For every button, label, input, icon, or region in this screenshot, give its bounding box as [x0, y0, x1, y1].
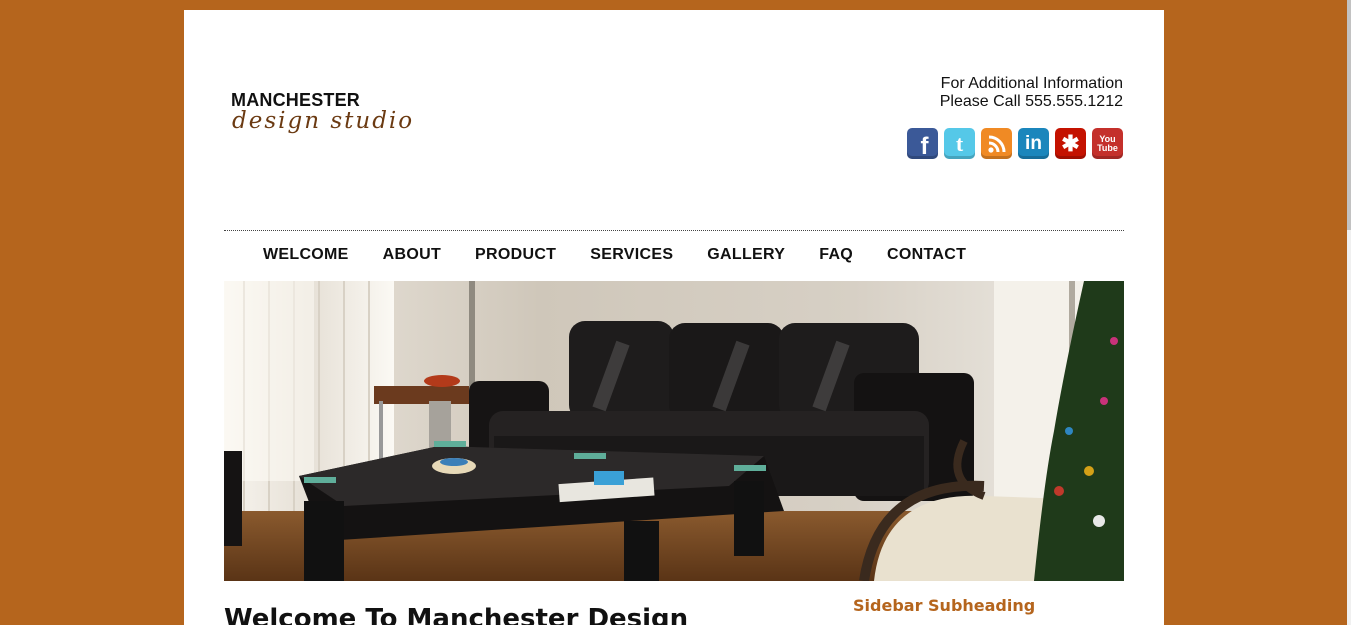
logo-subtitle: design studio: [232, 108, 415, 134]
main-nav: WELCOME ABOUT PRODUCT SERVICES GALLERY F…: [263, 246, 966, 264]
facebook-icon[interactable]: f: [907, 128, 938, 160]
social-icons: f t in ✱ You Tube: [907, 128, 1123, 160]
site-logo[interactable]: MANCHESTER design studio: [231, 91, 414, 133]
main-heading: Welcome To Manchester Design: [224, 604, 689, 625]
youtube-glyph: You Tube: [1097, 133, 1118, 153]
nav-gallery[interactable]: GALLERY: [707, 246, 785, 264]
nav-services[interactable]: SERVICES: [590, 246, 673, 264]
header-divider: [224, 230, 1124, 231]
hero-living-room-illustration: [224, 281, 1124, 581]
nav-contact[interactable]: CONTACT: [887, 246, 966, 264]
rss-glyph: [987, 135, 1005, 153]
nav-faq[interactable]: FAQ: [819, 246, 853, 264]
nav-welcome[interactable]: WELCOME: [263, 246, 349, 264]
contact-info: For Additional Information Please Call 5…: [940, 75, 1123, 111]
twitter-icon[interactable]: t: [944, 128, 975, 159]
twitter-glyph: t: [955, 130, 964, 156]
yelp-icon[interactable]: ✱: [1055, 128, 1086, 159]
scrollbar-thumb[interactable]: [1347, 0, 1351, 230]
sidebar-subheading: Sidebar Subheading: [853, 596, 1036, 615]
linkedin-icon[interactable]: in: [1018, 128, 1049, 159]
youtube-icon[interactable]: You Tube: [1092, 128, 1123, 159]
page-scrollbar[interactable]: [1347, 0, 1351, 625]
yelp-glyph: ✱: [1061, 130, 1080, 156]
logo-title: MANCHESTER: [231, 90, 361, 110]
linkedin-glyph: in: [1025, 132, 1042, 154]
facebook-glyph: f: [920, 132, 929, 160]
contact-line-1: For Additional Information: [940, 75, 1123, 92]
rss-icon[interactable]: [981, 128, 1012, 159]
nav-about[interactable]: ABOUT: [383, 246, 441, 264]
page-container: MANCHESTER design studio For Additional …: [184, 10, 1164, 625]
hero-image: [224, 281, 1124, 581]
nav-product[interactable]: PRODUCT: [475, 246, 556, 264]
contact-line-2: Please Call 555.555.1212: [939, 93, 1123, 110]
